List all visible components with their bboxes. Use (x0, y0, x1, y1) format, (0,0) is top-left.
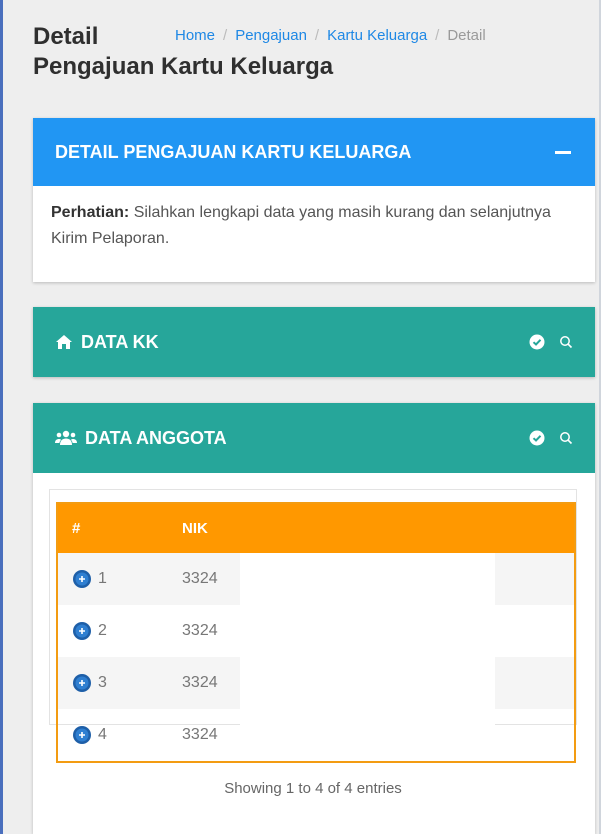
nik-cell: 3324 (182, 570, 218, 587)
row-end-cell (495, 605, 575, 657)
data-anggota-tools (529, 430, 573, 446)
row-number: 3 (98, 674, 107, 691)
expand-row-icon[interactable] (72, 621, 92, 641)
row-number-cell: 2 (57, 605, 182, 657)
redacted-cell (239, 553, 495, 605)
data-anggota-card: DATA ANGGOTA # NIK 1 3324 2 3324 3 3324 … (33, 403, 595, 834)
nik-cell: 3324 (182, 622, 218, 639)
redacted-cell (239, 657, 495, 709)
search-icon[interactable] (559, 431, 573, 445)
row-number: 2 (98, 622, 107, 639)
anggota-table: # NIK 1 3324 2 3324 3 3324 4 3324 (56, 502, 576, 763)
row-end-cell (495, 553, 575, 605)
data-anggota-title: DATA ANGGOTA (85, 427, 227, 448)
breadcrumb-separator: / (314, 27, 320, 44)
table-row: 4 3324 (57, 709, 575, 762)
home-icon (56, 335, 72, 349)
breadcrumb-current: Detail (447, 27, 486, 44)
check-circle-icon[interactable] (529, 430, 545, 446)
breadcrumb-kartu-keluarga[interactable]: Kartu Keluarga (327, 27, 427, 44)
row-number-cell: 1 (57, 553, 182, 605)
search-icon[interactable] (559, 335, 573, 349)
breadcrumb-separator: / (223, 27, 228, 44)
detail-card-header: DETAIL PENGAJUAN KARTU KELUARGA (33, 118, 595, 186)
expand-row-icon[interactable] (72, 569, 92, 589)
expand-row-icon[interactable] (72, 673, 92, 693)
row-number-cell: 4 (57, 709, 182, 762)
users-icon (55, 430, 77, 445)
breadcrumb: Home / Pengajuan / Kartu Keluarga / Detail (175, 27, 486, 44)
detail-card: DETAIL PENGAJUAN KARTU KELUARGA Perhatia… (33, 118, 595, 282)
table-info: Showing 1 to 4 of 4 entries (224, 780, 402, 797)
row-number: 1 (98, 570, 107, 587)
table-header-row: # NIK (57, 503, 575, 553)
nik-cell: 3324 (182, 726, 218, 743)
notice-label: Perhatian: (51, 204, 130, 221)
detail-card-title: DETAIL PENGAJUAN KARTU KELUARGA (55, 141, 412, 162)
table-row: 2 3324 (57, 605, 575, 657)
page-title-line2: Pengajuan Kartu Keluarga (33, 53, 334, 80)
notice-text: Perhatian: Silahkan lengkapi data yang m… (33, 186, 595, 266)
row-end-cell (495, 657, 575, 709)
data-kk-header[interactable]: DATA KK (33, 307, 595, 377)
breadcrumb-home[interactable]: Home (175, 27, 215, 44)
data-anggota-title-wrap: DATA ANGGOTA (55, 428, 529, 449)
redacted-cell (239, 709, 495, 762)
page: Detail Pengajuan Kartu Keluarga Home / Pen… (3, 0, 599, 834)
page-title-line1: Detail (33, 23, 99, 50)
redacted-cell (239, 605, 495, 657)
table-row: 3 3324 (57, 657, 575, 709)
data-kk-title-wrap: DATA KK (55, 332, 529, 353)
column-header-no[interactable]: # (57, 503, 182, 553)
breadcrumb-pengajuan[interactable]: Pengajuan (235, 27, 307, 44)
data-kk-tools (529, 334, 573, 350)
table-row: 1 3324 (57, 553, 575, 605)
data-anggota-header[interactable]: DATA ANGGOTA (33, 403, 595, 473)
nik-cell: 3324 (182, 674, 218, 691)
data-kk-title: DATA KK (81, 331, 159, 352)
expand-row-icon[interactable] (72, 725, 92, 745)
table-container: # NIK 1 3324 2 3324 3 3324 4 3324 Showin… (49, 489, 577, 797)
collapse-button[interactable] (553, 142, 573, 162)
row-number: 4 (98, 726, 107, 743)
data-kk-card: DATA KK (33, 307, 595, 377)
check-circle-icon[interactable] (529, 334, 545, 350)
breadcrumb-separator: / (435, 27, 440, 44)
column-header-nik[interactable]: NIK (182, 503, 575, 553)
row-number-cell: 3 (57, 657, 182, 709)
row-end-cell (495, 709, 575, 762)
